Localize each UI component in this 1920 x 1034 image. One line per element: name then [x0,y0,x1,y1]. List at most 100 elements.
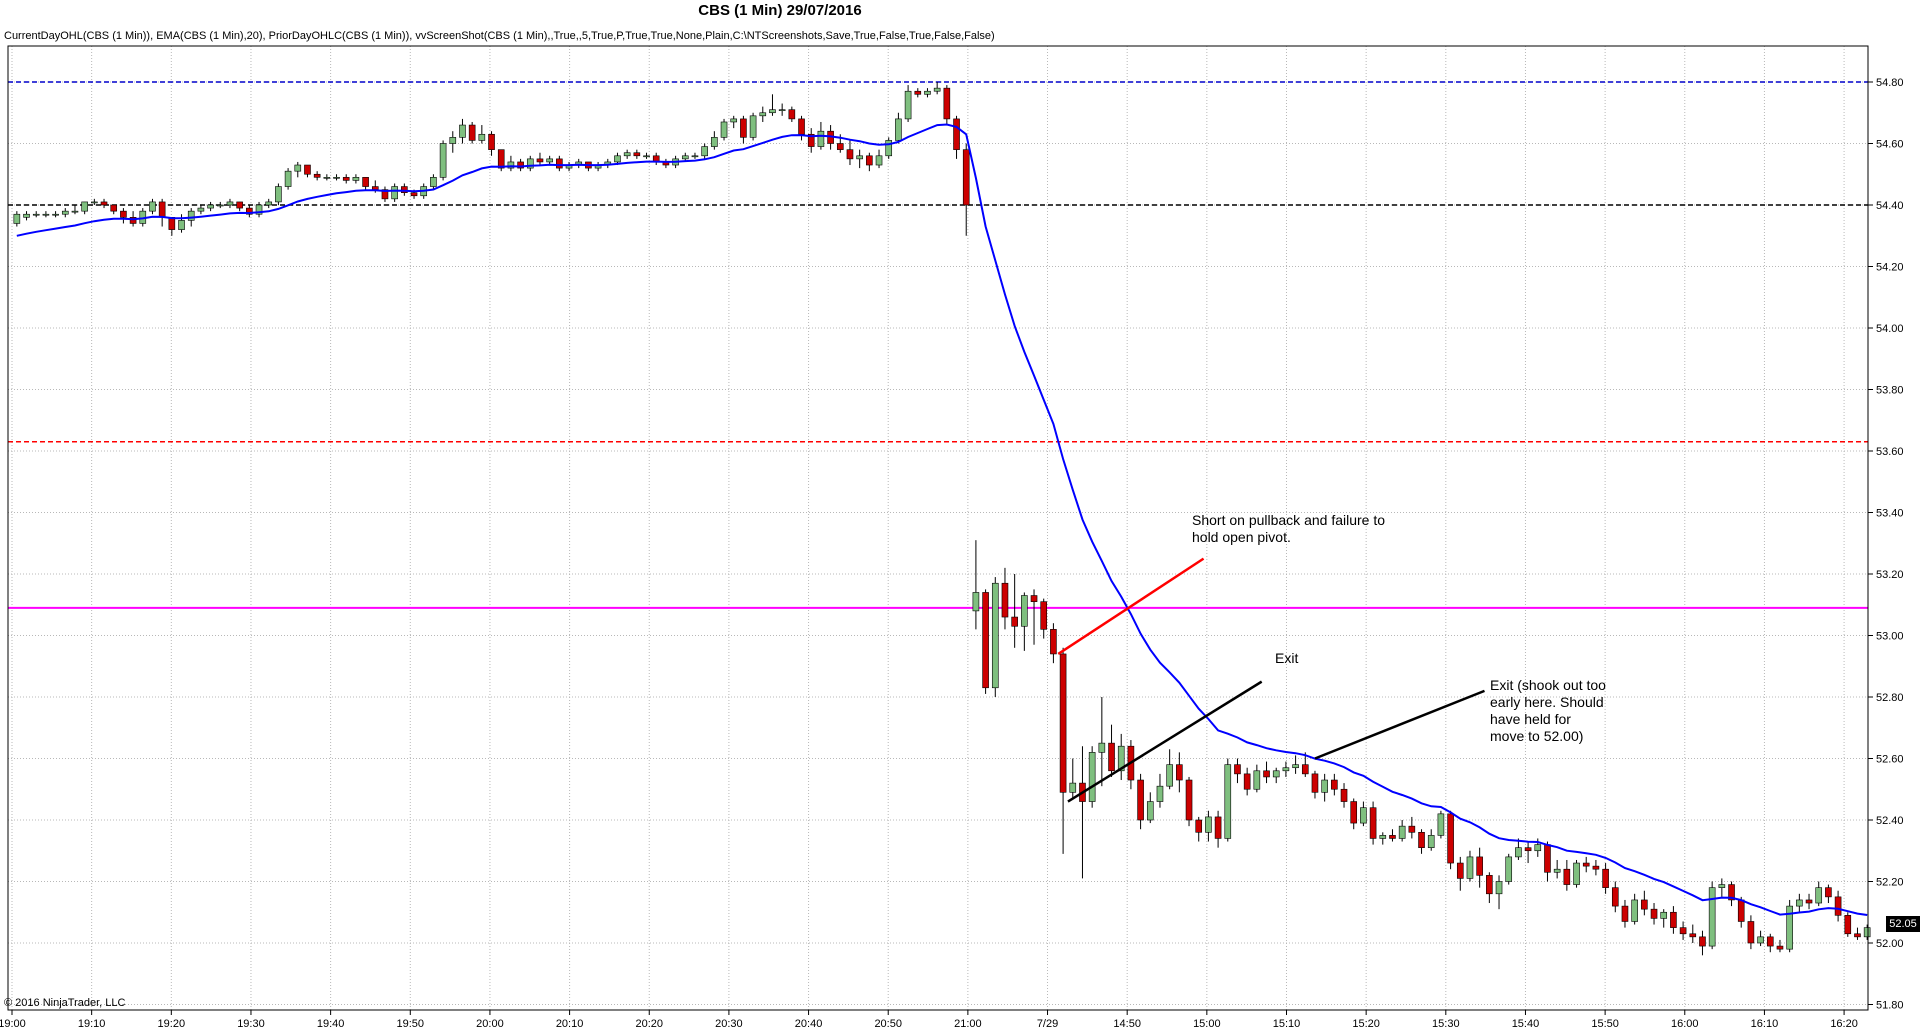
y-tick-label: 52.00 [1876,938,1904,950]
x-tick-label: 15:50 [1591,1018,1619,1030]
candle-down [410,192,418,197]
candle-down [962,149,970,206]
candle-down [1641,899,1648,910]
y-tick-label: 53.40 [1876,508,1904,520]
candle-up [1796,899,1803,907]
candle-up [1534,844,1542,852]
candle-up [71,210,79,213]
candle-down [1369,807,1377,839]
candle-up [933,87,941,92]
x-tick-label: 7/29 [1037,1018,1058,1030]
candle-up [1088,752,1096,802]
candle-down [1137,779,1144,821]
candle-up [1360,807,1367,824]
candle-up [333,177,340,179]
candle-up [711,137,718,147]
candle-up [275,186,282,203]
x-tick-label: 19:50 [397,1018,425,1030]
candle-up [1069,782,1077,793]
candle-up [875,155,883,166]
y-tick-label: 53.60 [1876,446,1904,458]
candle-down [1234,764,1241,775]
annotation-exit-1: Exit [1275,650,1299,666]
y-tick-label: 54.20 [1876,262,1904,274]
candle-up [701,146,708,157]
ema-line [16,123,1868,916]
candle-down [1389,835,1396,839]
candle-up [1718,884,1726,888]
x-tick-label: 15:30 [1432,1018,1460,1030]
candle-up [924,90,931,95]
x-tick-label: 20:40 [795,1018,823,1030]
candle-down [798,118,805,135]
candle-down [1650,908,1658,919]
y-tick-label: 52.40 [1876,815,1904,827]
candle-up [323,177,331,179]
candle-up [1660,911,1668,919]
candle-up [52,213,59,216]
price-chart[interactable]: 54.80 54.60 54.40 54.20 54.00 53.80 53.60 53.40… [0,0,1920,1034]
candle-up [216,204,224,207]
candle-up [23,213,30,218]
annotation-trendline [1314,689,1485,760]
candle-up [284,170,292,187]
y-tick-label: 53.80 [1876,385,1904,397]
candle-down [1679,927,1687,935]
y-tick-label: 54.40 [1876,200,1904,212]
candle-up [459,124,466,138]
y-tick-label: 54.80 [1876,77,1904,89]
candle-up [817,130,825,147]
candle-up [81,201,88,212]
y-tick-label: 51.80 [1876,1000,1904,1012]
candle-up [1573,862,1580,885]
candle-up [623,152,631,157]
candle-up [759,112,767,117]
y-tick-label: 53.20 [1876,569,1904,581]
candle-up [778,109,786,111]
candle-up [546,158,553,163]
candle-up [1292,764,1299,769]
x-tick-label: 19:10 [78,1018,106,1030]
annotation-trendline [1057,557,1205,655]
candle-down [1602,868,1609,888]
candle-up [13,213,21,224]
x-tick-label: 19:00 [0,1018,26,1030]
candle-down [788,109,796,120]
candle-down [1040,601,1048,630]
candle-down [100,201,108,206]
candle-up [1815,887,1823,904]
candle-down [1747,921,1755,944]
candle-up [178,220,185,230]
y-tick-label: 52.60 [1876,754,1904,766]
x-tick-label: 15:40 [1512,1018,1540,1030]
candle-down [1001,582,1009,618]
candle-up [730,118,738,123]
candle-up [1505,856,1513,882]
copyright-text: © 2016 NinjaTrader, LLC [4,997,126,1009]
x-tick-label: 20:20 [635,1018,663,1030]
candle-down [1185,779,1193,821]
candle-down [1243,773,1251,790]
candle-down [953,118,960,150]
candle-down [158,201,166,218]
candle-up [1379,835,1387,839]
candle-down [1311,773,1319,793]
candlesticks [13,82,1871,956]
candle-down [1805,899,1813,904]
x-tick-label: 20:10 [556,1018,584,1030]
candle-up [1398,825,1406,839]
x-tick-label: 15:00 [1193,1018,1221,1030]
candle-up [885,140,893,157]
candle-down [1301,764,1309,775]
candle-down [836,143,844,150]
candle-down [1844,915,1852,935]
candle-down [1582,862,1590,867]
candle-up [294,164,302,172]
y-tick-label: 53.00 [1876,631,1904,643]
candle-up [856,155,863,160]
candle-up [720,121,728,138]
candle-down [1176,764,1183,781]
candle-down [1776,945,1784,950]
candle-up [1863,927,1871,938]
candle-up [1437,813,1445,836]
